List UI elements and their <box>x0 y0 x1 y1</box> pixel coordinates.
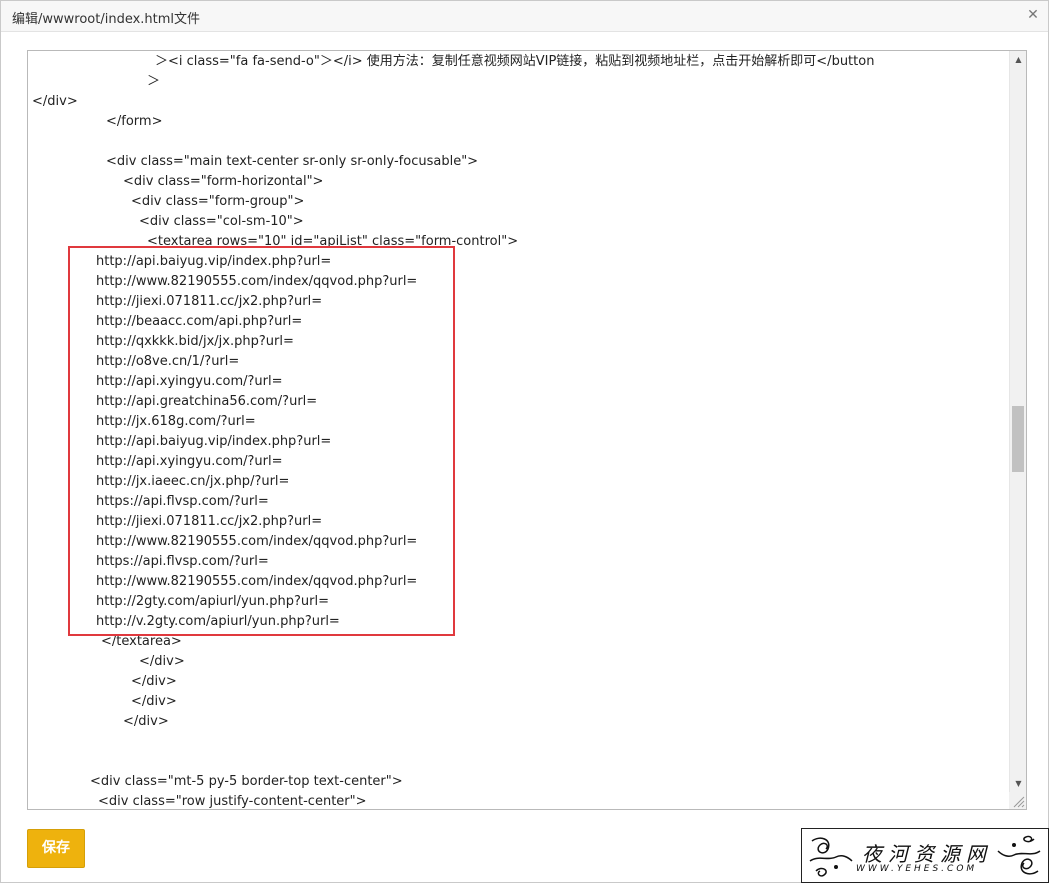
code-line: </textarea> <box>101 634 182 649</box>
code-line: </div> <box>139 654 185 669</box>
close-icon[interactable]: ✕ <box>1024 6 1042 24</box>
code-line: </div> <box>123 714 169 729</box>
api-url-line: http://api.baiyug.vip/index.php?url= <box>96 434 332 449</box>
scroll-up-icon[interactable]: ▲ <box>1010 51 1026 68</box>
api-url-line: http://api.greatchina56.com/?url= <box>96 394 318 409</box>
api-url-line: http://2gty.com/apiurl/yun.php?url= <box>96 594 330 609</box>
code-line: ＞<i class="fa fa-send-o"＞</i> 使用方法：复制任意视… <box>155 54 875 69</box>
code-line: <div class="col-sm-10"> <box>139 214 304 229</box>
code-line: </div> <box>32 94 78 109</box>
api-url-line: http://qxkkk.bid/jx/jx.php?url= <box>96 334 294 349</box>
edit-file-dialog: 编辑/wwwroot/index.html文件 ✕ ＞<i class="fa … <box>0 0 1049 883</box>
scroll-down-icon[interactable]: ▼ <box>1010 775 1026 792</box>
api-url-line: http://api.baiyug.vip/index.php?url= <box>96 254 332 269</box>
ornament-left-icon <box>809 837 853 877</box>
code-line: <textarea rows="10" id="apiList" class="… <box>147 234 519 249</box>
api-url-line: http://beaacc.com/api.php?url= <box>96 314 303 329</box>
code-line: ＞ <box>147 74 161 89</box>
code-line: <div class="form-group"> <box>131 194 305 209</box>
code-content[interactable]: ＞<i class="fa fa-send-o"＞</i> 使用方法：复制任意视… <box>28 52 1010 809</box>
watermark-url: WWW.YEHES.COM <box>856 864 978 874</box>
resize-grip-icon[interactable] <box>1009 792 1026 809</box>
save-button[interactable]: 保存 <box>27 829 85 868</box>
watermark-title: 夜河资源网 <box>862 842 992 866</box>
code-line: <div class="main text-center sr-only sr-… <box>106 154 479 169</box>
api-url-line: http://www.82190555.com/index/qqvod.php?… <box>96 574 418 589</box>
code-line: <div class="form-horizontal"> <box>123 174 324 189</box>
code-editor[interactable]: ＞<i class="fa fa-send-o"＞</i> 使用方法：复制任意视… <box>27 50 1027 810</box>
api-url-line: http://www.82190555.com/index/qqvod.php?… <box>96 534 418 549</box>
watermark-logo: 夜河资源网 WWW.YEHES.COM <box>801 828 1049 883</box>
code-line: </form> <box>106 114 163 129</box>
api-url-line: http://o8ve.cn/1/?url= <box>96 354 240 369</box>
api-url-line: http://www.82190555.com/index/qqvod.php?… <box>96 274 418 289</box>
dialog-titlebar: 编辑/wwwroot/index.html文件 ✕ <box>1 1 1048 32</box>
vertical-scrollbar[interactable]: ▲ ▼ <box>1009 51 1026 809</box>
code-line: <div class="mt-5 py-5 border-top text-ce… <box>90 774 403 789</box>
dialog-title: 编辑/wwwroot/index.html文件 <box>12 12 201 27</box>
code-line: </div> <box>131 674 177 689</box>
ornament-right-icon <box>997 835 1041 875</box>
code-line: <div class="row justify-content-center"> <box>98 794 367 809</box>
api-url-line: http://jx.618g.com/?url= <box>96 414 256 429</box>
api-url-line: http://api.xyingyu.com/?url= <box>96 374 283 389</box>
api-url-line: https://api.flvsp.com/?url= <box>96 494 269 509</box>
api-url-line: http://jiexi.071811.cc/jx2.php?url= <box>96 294 323 309</box>
api-url-line: http://jiexi.071811.cc/jx2.php?url= <box>96 514 323 529</box>
api-url-line: https://api.flvsp.com/?url= <box>96 554 269 569</box>
api-url-line: http://jx.iaeec.cn/jx.php/?url= <box>96 474 290 489</box>
code-line: </div> <box>131 694 177 709</box>
api-url-line: http://v.2gty.com/apiurl/yun.php?url= <box>96 614 340 629</box>
scrollbar-thumb[interactable] <box>1012 406 1024 472</box>
api-url-line: http://api.xyingyu.com/?url= <box>96 454 283 469</box>
